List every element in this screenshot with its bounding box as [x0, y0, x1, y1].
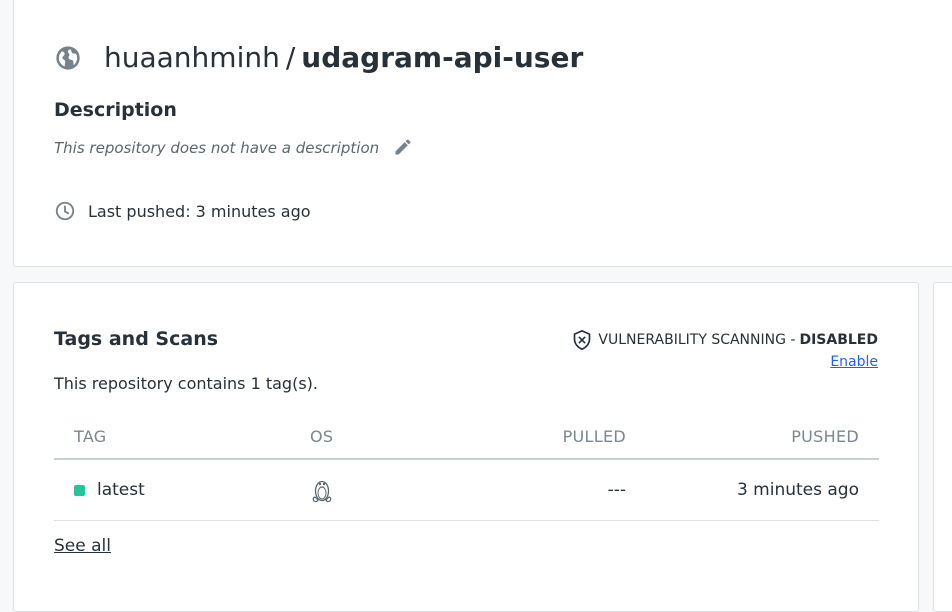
column-header-pulled: PULLED	[562, 427, 626, 446]
enable-scanning-link[interactable]: Enable	[830, 354, 878, 370]
tags-table-header: TAG OS PULLED PUSHED	[54, 415, 879, 460]
shield-icon	[572, 329, 592, 351]
side-panel-card	[933, 282, 952, 612]
tags-heading: Tags and Scans	[54, 328, 219, 350]
repository-title: huaanhminh / udagram-api-user	[54, 41, 583, 74]
pencil-icon[interactable]	[393, 137, 413, 157]
last-pushed-text: Last pushed: 3 minutes ago	[88, 201, 311, 221]
tags-and-scans-card: Tags and Scans VULNERABILITY SCANNING - …	[13, 282, 919, 612]
tags-table: TAG OS PULLED PUSHED latest --- 3 minute…	[54, 415, 879, 521]
description-heading: Description	[54, 99, 177, 121]
vulnerability-scanning: VULNERABILITY SCANNING - DISABLED Enable	[572, 329, 878, 370]
description-text: This repository does not have a descript…	[54, 139, 380, 157]
namespace-link[interactable]: huaanhminh	[104, 41, 280, 74]
last-pushed: Last pushed: 3 minutes ago	[54, 200, 311, 222]
column-header-pushed: PUSHED	[791, 427, 859, 446]
see-all-link[interactable]: See all	[54, 536, 111, 556]
tag-status-indicator	[74, 484, 85, 496]
table-row: latest --- 3 minutes ago	[54, 460, 879, 521]
column-header-os: OS	[310, 427, 334, 446]
tag-name-link[interactable]: latest	[97, 480, 145, 500]
globe-icon	[54, 44, 82, 72]
path-separator: /	[285, 41, 296, 74]
tag-cell: latest	[54, 480, 306, 500]
pulled-cell: ---	[607, 480, 626, 500]
vulnerability-label: VULNERABILITY SCANNING -	[598, 332, 796, 348]
os-cell	[306, 476, 426, 504]
repository-name: udagram-api-user	[301, 41, 584, 74]
linux-tux-icon	[310, 476, 334, 504]
pushed-cell: 3 minutes ago	[736, 480, 859, 500]
column-header-tag: TAG	[74, 427, 107, 446]
clock-icon	[54, 200, 76, 222]
tag-count-text: This repository contains 1 tag(s).	[54, 374, 318, 393]
vulnerability-status: DISABLED	[799, 332, 878, 348]
repository-header-card: huaanhminh / udagram-api-user Descriptio…	[13, 0, 952, 267]
